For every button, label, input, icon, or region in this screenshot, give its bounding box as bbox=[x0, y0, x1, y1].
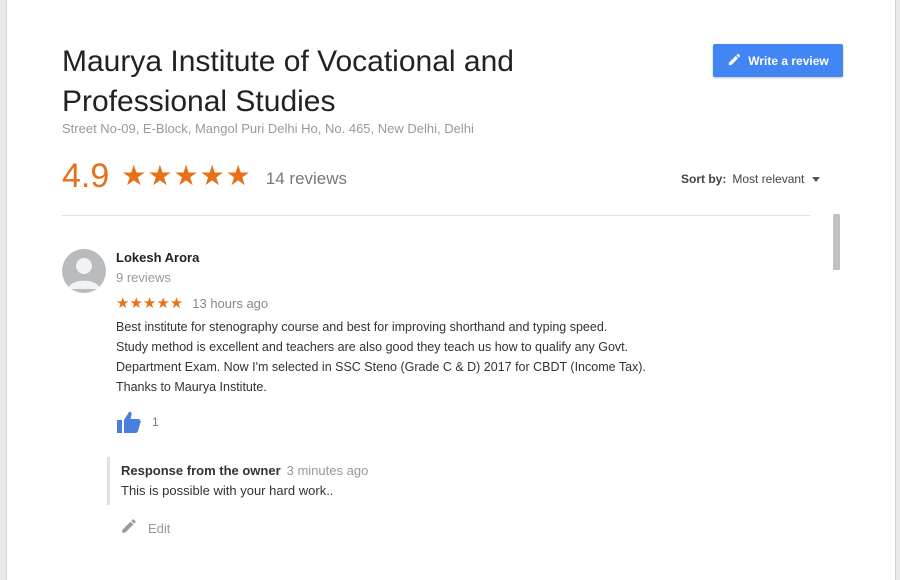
like-count: 1 bbox=[152, 415, 159, 429]
total-reviews[interactable]: 14 reviews bbox=[266, 169, 347, 189]
owner-response: Response from the owner 3 minutes ago Th… bbox=[107, 457, 521, 505]
place-title: Maurya Institute of Vocational and Profe… bbox=[62, 45, 514, 118]
average-rating: 4.9 bbox=[62, 157, 110, 195]
owner-response-header: Response from the owner 3 minutes ago bbox=[121, 463, 521, 478]
like-row: 1 bbox=[116, 410, 159, 434]
reviewer-name[interactable]: Lokesh Arora bbox=[116, 250, 199, 265]
review-text: Best institute for stenography course an… bbox=[116, 320, 646, 394]
owner-response-text: This is possible with your hard work.. bbox=[121, 483, 334, 498]
write-review-button[interactable]: Write a review bbox=[713, 44, 843, 77]
owner-response-time: 3 minutes ago bbox=[286, 463, 369, 478]
reviews-panel: Maurya Institute of Vocational and Profe… bbox=[6, 0, 896, 580]
sort-control[interactable]: Sort by: Most relevant bbox=[681, 172, 821, 186]
divider bbox=[62, 215, 810, 216]
review-stars: ★★★★★ bbox=[116, 295, 184, 312]
edit-button[interactable]: Edit bbox=[120, 517, 170, 540]
rating-summary: 4.9 ★★★★★ 14 reviews bbox=[62, 156, 347, 196]
review-time: 13 hours ago bbox=[192, 295, 269, 311]
sort-dropdown[interactable]: Most relevant bbox=[732, 172, 804, 186]
pencil-icon bbox=[727, 52, 742, 70]
write-review-label: Write a review bbox=[748, 53, 829, 68]
rating-stars: ★★★★★ bbox=[121, 160, 252, 191]
sort-label: Sort by: bbox=[681, 172, 727, 186]
edit-pencil-icon bbox=[120, 517, 138, 540]
review-rating-row: ★★★★★ 13 hours ago bbox=[116, 294, 268, 312]
edit-label: Edit bbox=[148, 521, 171, 536]
owner-response-label: Response from the owner bbox=[121, 463, 281, 478]
reviewer-review-count: 9 reviews bbox=[116, 270, 171, 285]
place-address: Street No-09, E-Block, Mangol Puri Delhi… bbox=[62, 121, 474, 136]
caret-down-icon[interactable] bbox=[812, 176, 821, 182]
avatar-icon[interactable] bbox=[62, 249, 106, 293]
scrollbar[interactable] bbox=[833, 214, 840, 270]
thumbs-up-icon[interactable] bbox=[116, 410, 142, 434]
